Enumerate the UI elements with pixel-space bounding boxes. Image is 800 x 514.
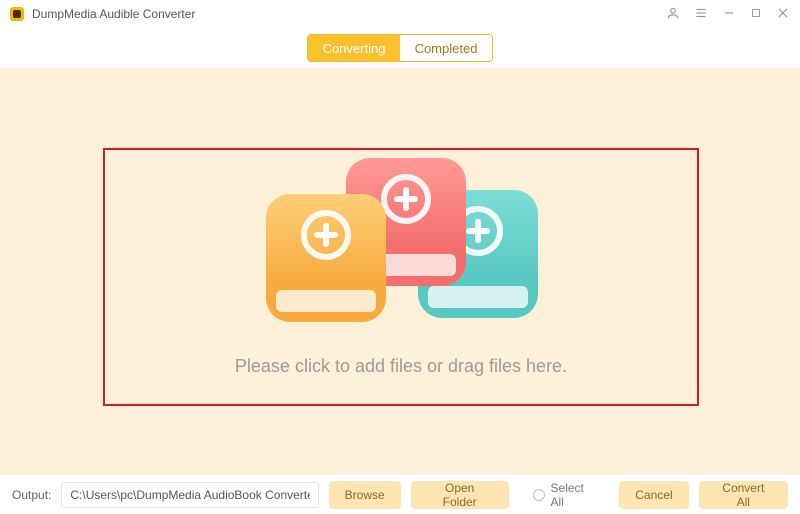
close-icon[interactable] [776, 6, 790, 23]
select-all-label: Select All [551, 481, 600, 509]
file-dropzone[interactable]: Please click to add files or drag files … [103, 148, 699, 406]
output-path-field[interactable] [61, 482, 318, 508]
dropzone-hint: Please click to add files or drag files … [235, 356, 567, 377]
cancel-button[interactable]: Cancel [619, 481, 688, 509]
output-label: Output: [12, 488, 51, 502]
menu-icon[interactable] [694, 6, 708, 23]
tab-bar: Converting Completed [0, 28, 800, 68]
footer-bar: Output: Browse Open Folder Select All Ca… [0, 474, 800, 514]
tab-converting[interactable]: Converting [308, 35, 400, 61]
app-title: DumpMedia Audible Converter [32, 7, 195, 21]
title-bar: DumpMedia Audible Converter [0, 0, 800, 28]
open-folder-button[interactable]: Open Folder [411, 481, 509, 509]
select-all-control[interactable]: Select All [533, 481, 600, 509]
radio-icon [533, 489, 545, 501]
browse-button[interactable]: Browse [329, 481, 401, 509]
convert-all-button[interactable]: Convert All [699, 481, 788, 509]
plus-icon [381, 174, 431, 224]
window-controls [666, 6, 790, 23]
maximize-icon[interactable] [750, 7, 762, 22]
minimize-icon[interactable] [722, 6, 736, 23]
plus-icon [301, 210, 351, 260]
app-logo-icon [10, 7, 24, 21]
main-canvas: Please click to add files or drag files … [0, 68, 800, 474]
tab-completed[interactable]: Completed [400, 35, 492, 61]
book-orange-icon [266, 194, 386, 322]
books-illustration [256, 158, 546, 328]
tab-group: Converting Completed [307, 34, 493, 62]
account-icon[interactable] [666, 6, 680, 23]
